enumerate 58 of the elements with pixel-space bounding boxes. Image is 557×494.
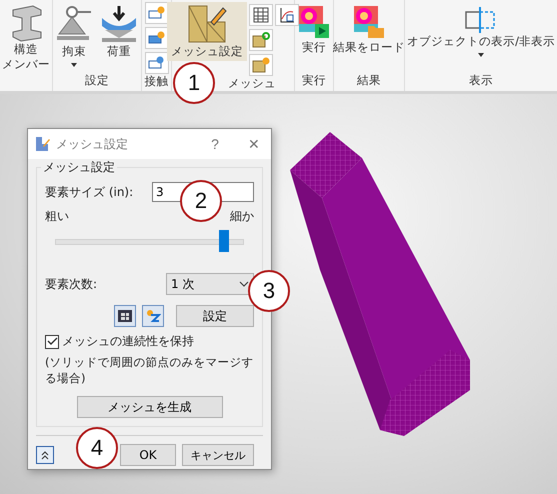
- results-folder-icon: [352, 4, 386, 40]
- settings-button[interactable]: 設定: [176, 305, 254, 327]
- generate-mesh-button[interactable]: メッシュを生成: [76, 396, 222, 418]
- mesh-tool-button[interactable]: [249, 54, 274, 76]
- close-button[interactable]: ✕: [237, 129, 271, 159]
- mesh-pencil-icon: [187, 4, 228, 44]
- show-hide-objects-button[interactable]: オブジェクトの表示/非表示: [405, 2, 557, 59]
- coarse-label: 粗い: [45, 208, 69, 225]
- fine-label: 細か: [230, 208, 254, 225]
- mesh-refresh-button[interactable]: [249, 29, 274, 51]
- structural-member-button[interactable]: 構造 メンバー: [0, 2, 52, 74]
- ok-button[interactable]: OK: [120, 444, 176, 466]
- group-label: 結果: [357, 73, 382, 89]
- grid-icon: [253, 7, 270, 23]
- contact-icon: [148, 30, 166, 46]
- element-size-label: 要素サイズ (in):: [45, 184, 134, 200]
- chart-button[interactable]: [275, 4, 300, 26]
- mesh-star-icon: [252, 57, 270, 73]
- keep-continuity-label: メッシュの連続性を保持: [62, 333, 194, 350]
- button-label: メンバー: [2, 57, 50, 72]
- mesh-refresh-icon: [252, 32, 270, 48]
- note-text: (ソリッドで周囲の節点のみをマージする場合): [45, 354, 254, 386]
- table-button[interactable]: [249, 4, 274, 26]
- load-icon: [99, 4, 139, 44]
- group-label: メッシュ: [228, 76, 276, 92]
- mesh-settings-button[interactable]: メッシュ設定: [167, 2, 248, 61]
- chart-icon: [279, 7, 296, 23]
- double-chevron-icon: [40, 450, 50, 460]
- help-button[interactable]: ?: [198, 129, 232, 159]
- element-order-label: 要素次数:: [45, 276, 98, 292]
- group-label: 設定: [85, 73, 109, 89]
- load-results-button[interactable]: 結果をロード: [331, 2, 408, 57]
- group-title: メッシュ設定: [41, 159, 117, 176]
- contact-icon: [148, 55, 166, 71]
- mesh-view-button[interactable]: [114, 305, 136, 327]
- mesh-settings-icon: [35, 136, 51, 152]
- cancel-button[interactable]: キャンセル: [182, 444, 254, 466]
- contact-tool-button[interactable]: [144, 52, 169, 74]
- contact-tool-button[interactable]: [144, 2, 169, 24]
- run-button[interactable]: 実行: [295, 2, 334, 57]
- contact-tool-button[interactable]: [144, 27, 169, 49]
- run-icon: [297, 4, 332, 40]
- spark-icon: [145, 309, 161, 323]
- button-label: 構造: [14, 42, 38, 57]
- mesh-tool-button[interactable]: [142, 305, 164, 327]
- group-label: 実行: [302, 73, 326, 89]
- load-button[interactable]: 荷重: [97, 2, 141, 69]
- chevron-down-icon: [239, 281, 249, 287]
- group-label: 表示: [469, 73, 494, 89]
- element-order-dropdown[interactable]: 1 次: [166, 273, 254, 295]
- contact-icon: [148, 5, 166, 21]
- dialog-title: メッシュ設定: [56, 136, 129, 152]
- grid-icon: [117, 309, 133, 323]
- constraint-button[interactable]: 拘束: [53, 2, 95, 69]
- collapse-button[interactable]: [36, 446, 54, 464]
- keep-continuity-checkbox[interactable]: [45, 334, 59, 348]
- group-label: 接触: [144, 74, 169, 90]
- slider-thumb[interactable]: [219, 230, 230, 252]
